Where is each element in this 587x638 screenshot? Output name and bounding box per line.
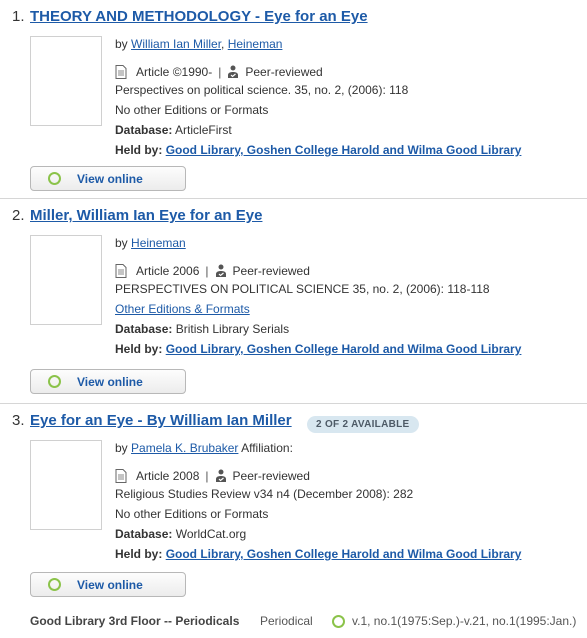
affiliation-label: Affiliation: [241, 441, 293, 455]
separator: | [205, 264, 209, 278]
source: Perspectives on political science. 35, n… [115, 83, 409, 97]
result-2: 2. Miller, William Ian Eye for an Eye by… [0, 199, 587, 404]
editions-text: No other Editions or Formats [115, 507, 269, 521]
author-line: by Pamela K. Brubaker Affiliation: [115, 440, 585, 460]
database-line: Database: ArticleFirst [115, 122, 585, 142]
view-online-label: View online [77, 577, 143, 592]
result-title[interactable]: THEORY AND METHODOLOGY - Eye for an Eye [30, 8, 368, 25]
format-label: Article [136, 65, 170, 79]
date: ©1990- [172, 65, 213, 79]
result-details: by William Ian Miller, Heineman Article … [115, 36, 585, 162]
date: 2008 [172, 469, 200, 483]
peer-reviewed-label: Peer-reviewed [245, 65, 323, 79]
author-link[interactable]: Heineman [131, 236, 186, 250]
source: PERSPECTIVES ON POLITICAL SCIENCE 35, no… [115, 282, 490, 296]
database-line: Database: WorldCat.org [115, 526, 585, 546]
database-value: WorldCat.org [175, 527, 247, 541]
document-icon [115, 65, 127, 79]
source: Religious Studies Review v34 n4 (Decembe… [115, 487, 414, 501]
date: 2006 [172, 264, 200, 278]
format-line: Article 2006 | Peer-reviewed [115, 261, 585, 281]
thumbnail[interactable] [30, 235, 102, 325]
held-by-link[interactable]: Good Library, Goshen College Harold and … [166, 342, 522, 356]
result-title[interactable]: Miller, William Ian Eye for an Eye [30, 207, 262, 224]
view-online-button[interactable]: View online [30, 166, 186, 191]
database-line: Database: British Library Serials [115, 321, 585, 341]
view-online-button[interactable]: View online [30, 369, 186, 394]
view-online-label: View online [77, 171, 143, 186]
held-by-label: Held by: [115, 547, 163, 561]
available-circle-icon [48, 172, 61, 185]
author-link[interactable]: Heineman [228, 37, 283, 51]
format-label: Article [136, 469, 170, 483]
author-link[interactable]: Pamela K. Brubaker [131, 441, 238, 455]
peer-reviewed-icon [215, 469, 226, 482]
database-label: Database: [115, 123, 173, 137]
result-details: by Heineman Article 2006 | Peer-reviewed… [115, 235, 585, 361]
author-line: by Heineman [115, 235, 585, 255]
result-1: 1. THEORY AND METHODOLOGY - Eye for an E… [0, 0, 587, 199]
format-line: Article 2008 | Peer-reviewed [115, 466, 585, 486]
by-label: by [115, 37, 128, 51]
held-by-line: Held by: Good Library, Goshen College Ha… [115, 341, 585, 361]
result-number: 1. [12, 8, 25, 25]
result-title[interactable]: Eye for an Eye - By William Ian Miller [30, 412, 292, 429]
database-label: Database: [115, 322, 173, 336]
available-circle-icon [332, 615, 345, 628]
thumbnail[interactable] [30, 440, 102, 530]
held-by-label: Held by: [115, 143, 163, 157]
peer-reviewed-icon [228, 65, 239, 78]
held-by-link[interactable]: Good Library, Goshen College Harold and … [166, 547, 522, 561]
by-label: by [115, 236, 128, 250]
database-value: ArticleFirst [175, 123, 232, 137]
held-by-label: Held by: [115, 342, 163, 356]
format-label: Article [136, 264, 170, 278]
result-number: 2. [12, 207, 25, 224]
peer-reviewed-label: Peer-reviewed [232, 264, 310, 278]
database-label: Database: [115, 527, 173, 541]
held-by-line: Held by: Good Library, Goshen College Ha… [115, 546, 585, 566]
held-by-link[interactable]: Good Library, Goshen College Harold and … [166, 143, 522, 157]
thumbnail[interactable] [30, 36, 102, 126]
holding-type: Periodical [260, 614, 313, 628]
peer-reviewed-label: Peer-reviewed [232, 469, 310, 483]
database-value: British Library Serials [175, 322, 290, 336]
holding-location: Good Library 3rd Floor -- Periodicals [30, 614, 240, 628]
author-link[interactable]: William Ian Miller [131, 37, 221, 51]
holding-row: Good Library 3rd Floor -- Periodicals Pe… [30, 614, 587, 630]
separator: | [205, 469, 209, 483]
document-icon [115, 469, 127, 483]
holding-coverage: v.1, no.1(1975:Sep.)-v.21, no.1(1995:Jan… [352, 614, 577, 628]
format-line: Article ©1990- | Peer-reviewed [115, 62, 585, 82]
result-number: 3. [12, 412, 25, 429]
editions-link[interactable]: Other Editions & Formats [115, 302, 250, 316]
editions-text: No other Editions or Formats [115, 103, 269, 117]
result-details: by Pamela K. Brubaker Affiliation: Artic… [115, 440, 585, 566]
view-online-label: View online [77, 374, 143, 389]
document-icon [115, 264, 127, 278]
available-circle-icon [48, 578, 61, 591]
available-circle-icon [48, 375, 61, 388]
author-line: by William Ian Miller, Heineman [115, 37, 283, 51]
peer-reviewed-icon [215, 264, 226, 277]
separator: | [218, 65, 222, 79]
view-online-button[interactable]: View online [30, 572, 186, 597]
held-by-line: Held by: Good Library, Goshen College Ha… [115, 142, 585, 162]
availability-badge: 2 OF 2 AVAILABLE [307, 416, 419, 433]
by-label: by [115, 441, 128, 455]
result-3: 3. Eye for an Eye - By William Ian Mille… [0, 404, 587, 638]
